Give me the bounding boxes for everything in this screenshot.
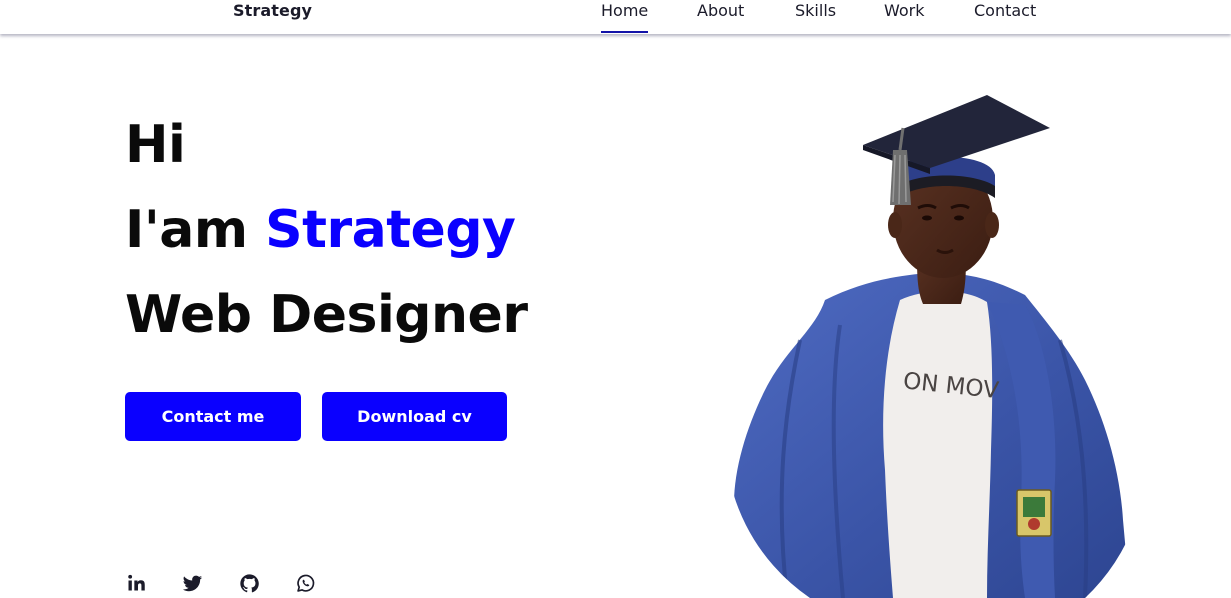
linkedin-icon[interactable] (125, 572, 147, 594)
main-nav: Home About Skills Work Contact (0, 1, 1231, 34)
site-header: Strategy Home About Skills Work Contact (0, 0, 1231, 34)
hero-intro-line: I'am Strategy (125, 188, 527, 273)
github-icon[interactable] (238, 572, 260, 594)
nav-about[interactable]: About (697, 1, 744, 34)
hero-heading: Hi I'am Strategy Web Designer (125, 103, 528, 358)
twitter-icon[interactable] (181, 572, 203, 594)
nav-work[interactable]: Work (884, 1, 925, 34)
nav-home[interactable]: Home (601, 1, 649, 34)
hero-role: Web Designer (125, 285, 528, 345)
hero-greeting: Hi (125, 115, 186, 175)
hero-intro-prefix: I'am (125, 200, 248, 260)
download-cv-button[interactable]: Download cv (322, 392, 507, 441)
contact-me-button[interactable]: Contact me (125, 392, 301, 441)
nav-skills[interactable]: Skills (795, 1, 836, 34)
whatsapp-icon[interactable] (294, 572, 316, 594)
profile-photo: ON MOV (725, 90, 1145, 598)
hero-name: Strategy (265, 200, 516, 260)
nav-contact[interactable]: Contact (974, 1, 1036, 34)
